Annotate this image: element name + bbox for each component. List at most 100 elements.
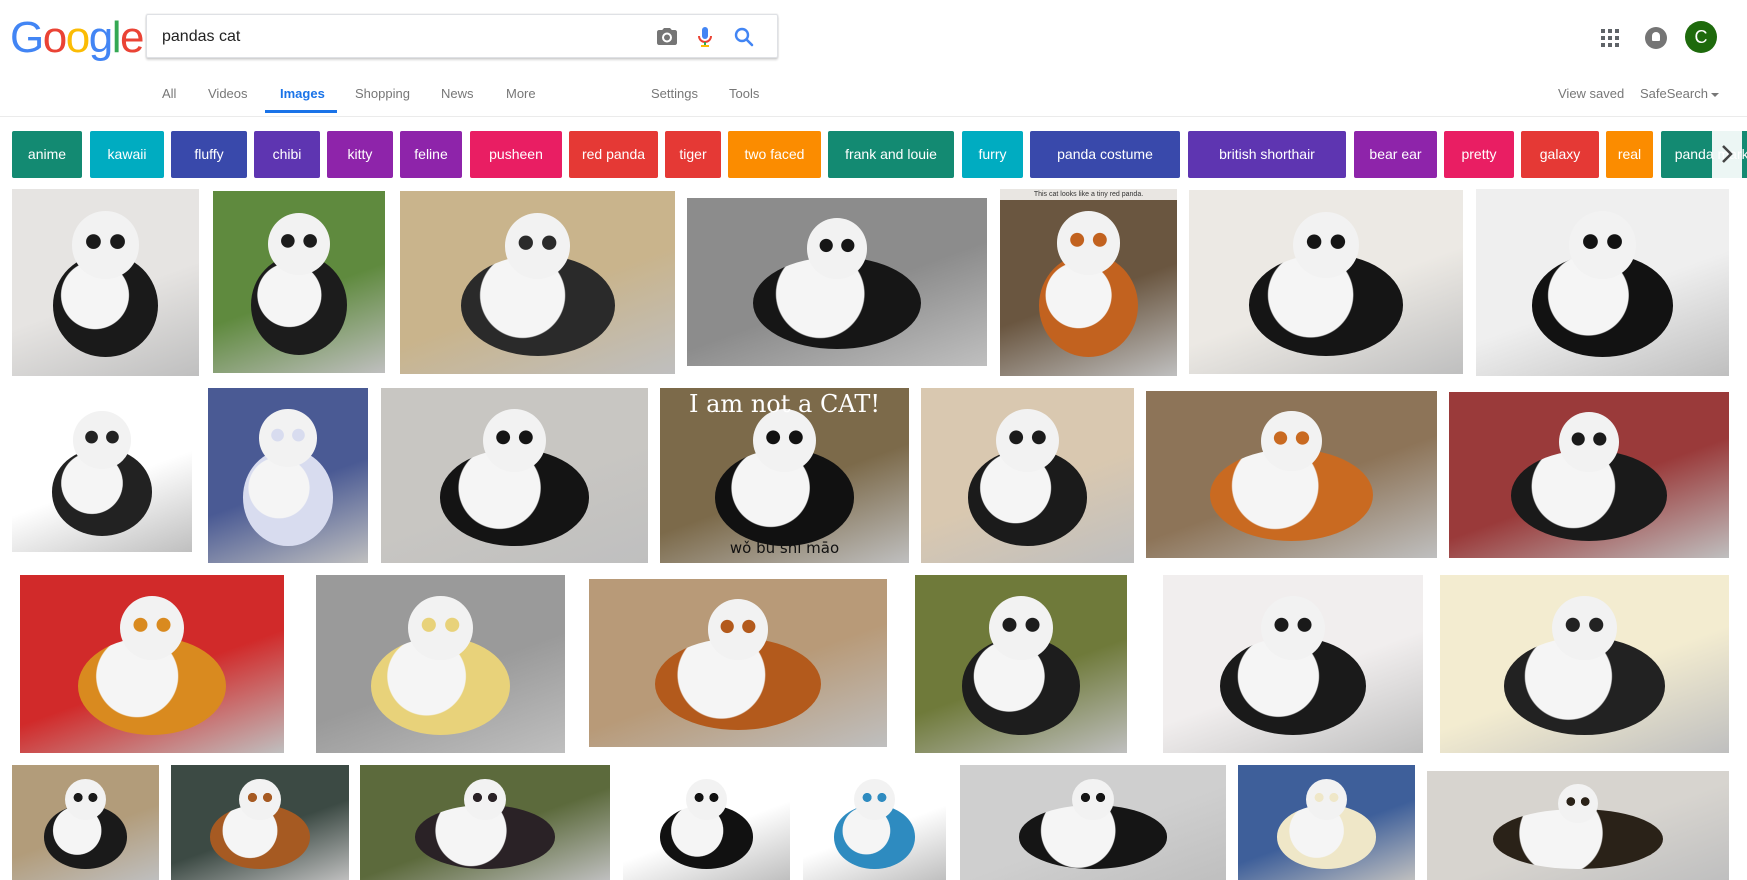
logo-letter: o xyxy=(42,13,67,62)
logo-letter: e xyxy=(119,13,144,62)
image-result[interactable] xyxy=(921,388,1134,563)
apps-grid-icon[interactable] xyxy=(1598,26,1622,50)
image-subject-head xyxy=(73,411,131,469)
image-subject-head xyxy=(239,778,281,821)
image-result[interactable]: I am not a CAT! wǒ bú shì māo xyxy=(660,388,909,563)
tab-videos[interactable]: Videos xyxy=(208,85,248,103)
image-subject-head xyxy=(259,409,317,467)
image-result[interactable] xyxy=(1238,765,1415,880)
tab-shopping[interactable]: Shopping xyxy=(355,85,410,103)
image-subject-head xyxy=(1261,411,1322,472)
image-subject-head xyxy=(707,599,769,660)
image-subject-head xyxy=(988,596,1054,661)
chip-bear-ear[interactable]: bear ear xyxy=(1354,131,1437,178)
image-subject-head xyxy=(119,596,185,661)
image-result[interactable] xyxy=(623,765,790,880)
tab-images[interactable]: Images xyxy=(280,85,325,103)
chip-galaxy[interactable]: galaxy xyxy=(1521,131,1599,178)
avatar[interactable]: C xyxy=(1685,21,1717,53)
image-subject-head xyxy=(1558,784,1598,824)
image-result[interactable] xyxy=(171,765,349,880)
image-result[interactable] xyxy=(208,388,368,563)
settings-link[interactable]: Settings xyxy=(651,85,698,103)
chip-pretty[interactable]: pretty xyxy=(1444,131,1514,178)
image-subject-head xyxy=(483,409,546,472)
image-result[interactable] xyxy=(400,191,675,374)
image-subject-head xyxy=(1305,778,1348,821)
image-result[interactable] xyxy=(1146,391,1437,558)
chip-real[interactable]: real xyxy=(1606,131,1653,178)
chip-panda-costume[interactable]: panda costume xyxy=(1030,131,1180,178)
image-subject-head xyxy=(1552,596,1617,661)
camera-icon[interactable] xyxy=(655,25,679,49)
image-subject-head xyxy=(64,778,107,821)
image-result[interactable] xyxy=(316,575,565,753)
image-result[interactable]: This cat looks like a tiny red panda. xyxy=(1000,189,1177,376)
image-subject-head xyxy=(504,212,571,279)
logo-letter: l xyxy=(111,13,122,62)
chip-kitty[interactable]: kitty xyxy=(327,131,393,178)
view-saved-link[interactable]: View saved xyxy=(1558,85,1624,103)
image-subject-head xyxy=(853,778,896,821)
chip-anime[interactable]: anime xyxy=(12,131,82,178)
image-result[interactable] xyxy=(1449,392,1729,558)
image-result[interactable] xyxy=(915,575,1127,753)
tab-news[interactable]: News xyxy=(441,85,474,103)
image-result[interactable] xyxy=(12,189,199,376)
logo-letter: g xyxy=(88,13,113,62)
chip-tiger[interactable]: tiger xyxy=(665,131,721,178)
image-caption: I am not a CAT! xyxy=(689,390,880,418)
image-result[interactable] xyxy=(960,765,1226,880)
image-result[interactable] xyxy=(12,765,159,880)
tab-more[interactable]: More xyxy=(506,85,536,103)
active-tab-indicator xyxy=(265,110,337,113)
microphone-icon[interactable] xyxy=(693,25,717,49)
chevron-right-icon xyxy=(1722,145,1733,163)
image-subject-head xyxy=(806,218,868,279)
chip-kawaii[interactable]: kawaii xyxy=(90,131,164,178)
image-result[interactable] xyxy=(803,765,946,880)
chip-two-faced[interactable]: two faced xyxy=(728,131,821,178)
nav-tabs: All Videos Images Shopping News More Set… xyxy=(0,85,1747,117)
image-result[interactable] xyxy=(360,765,610,880)
image-result[interactable] xyxy=(12,392,192,552)
safesearch-dropdown[interactable]: SafeSearch xyxy=(1640,85,1719,103)
image-subject-head xyxy=(1072,778,1114,821)
chip-feline[interactable]: feline xyxy=(400,131,462,178)
image-result[interactable] xyxy=(1476,189,1729,376)
search-icon[interactable] xyxy=(732,25,756,49)
search-input[interactable] xyxy=(162,25,632,49)
image-subject-head xyxy=(268,212,330,275)
chip-british-shorthair[interactable]: british shorthair xyxy=(1188,131,1346,178)
nav-divider xyxy=(0,116,1747,117)
chip-furry[interactable]: furry xyxy=(962,131,1023,178)
image-result[interactable] xyxy=(589,579,887,747)
search-box xyxy=(146,14,778,58)
chips-next-button[interactable] xyxy=(1712,131,1742,178)
image-result[interactable] xyxy=(1189,190,1463,374)
image-result[interactable] xyxy=(20,575,284,753)
image-subject-head xyxy=(464,778,506,821)
chip-pusheen[interactable]: pusheen xyxy=(470,131,562,178)
image-caption: This cat looks like a tiny red panda. xyxy=(1000,189,1177,200)
image-subject-head xyxy=(996,409,1059,472)
tools-link[interactable]: Tools xyxy=(729,85,759,103)
image-subject-head xyxy=(685,778,728,821)
chip-red-panda[interactable]: red panda xyxy=(569,131,658,178)
image-result[interactable] xyxy=(381,388,648,563)
chip-fluffy[interactable]: fluffy xyxy=(171,131,247,178)
chip-frank-and-louie[interactable]: frank and louie xyxy=(828,131,954,178)
image-result[interactable] xyxy=(213,191,385,373)
notifications-icon[interactable] xyxy=(1645,27,1667,49)
image-result[interactable] xyxy=(687,198,987,366)
image-subcaption: wǒ bú shì māo xyxy=(729,539,840,557)
image-subject-head xyxy=(1568,211,1637,279)
image-result[interactable] xyxy=(1427,771,1729,880)
chip-chibi[interactable]: chibi xyxy=(254,131,320,178)
related-searches-chips: anime kawaii fluffy chibi kitty feline pusheen… xyxy=(12,131,1747,178)
google-logo[interactable]: Google xyxy=(10,13,144,63)
image-result[interactable] xyxy=(1163,575,1423,753)
tab-all[interactable]: All xyxy=(162,85,176,103)
logo-letter: o xyxy=(65,13,90,62)
image-result[interactable] xyxy=(1440,575,1729,753)
